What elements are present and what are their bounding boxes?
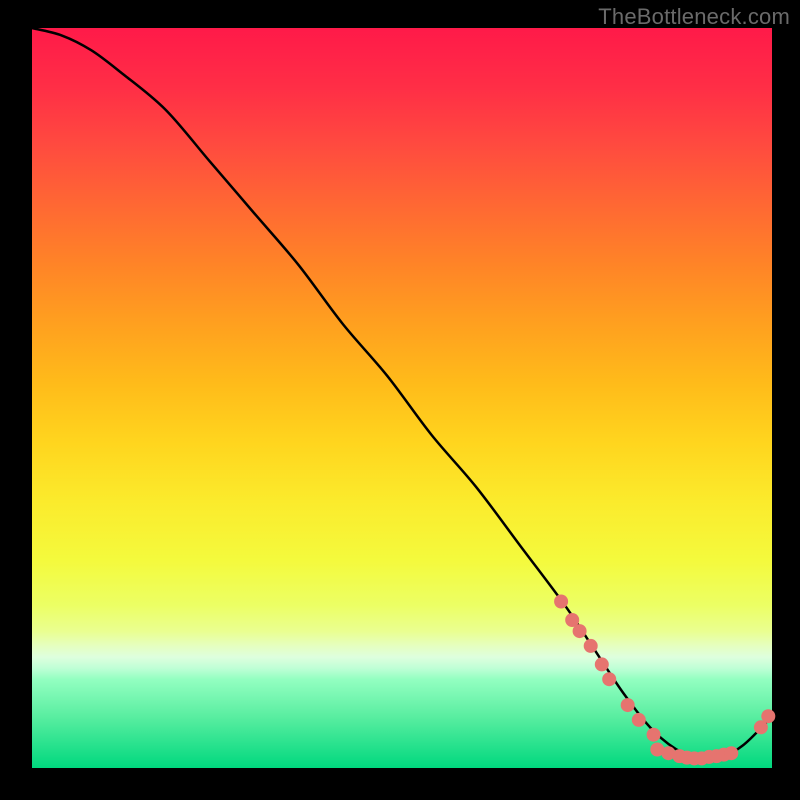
data-point [554, 595, 568, 609]
data-point [761, 709, 775, 723]
bottleneck-curve [32, 28, 772, 761]
data-point [602, 672, 616, 686]
data-point [621, 698, 635, 712]
plot-area [32, 28, 772, 768]
data-point [573, 624, 587, 638]
data-point [632, 713, 646, 727]
data-point [724, 746, 738, 760]
data-point [647, 728, 661, 742]
chart-container: TheBottleneck.com [0, 0, 800, 800]
data-point [584, 639, 598, 653]
data-point [595, 657, 609, 671]
chart-overlay [32, 28, 772, 768]
watermark-text: TheBottleneck.com [598, 4, 790, 30]
